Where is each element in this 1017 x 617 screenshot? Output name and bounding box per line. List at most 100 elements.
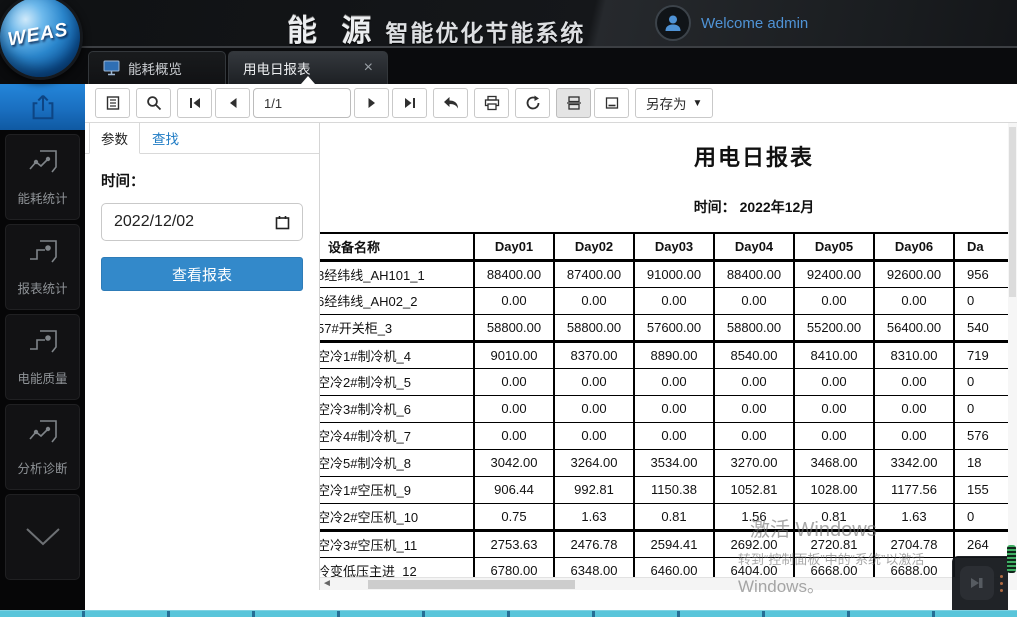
tab-label: 用电日报表 bbox=[243, 58, 311, 78]
next-page-icon bbox=[365, 96, 379, 110]
value-cell: 3270.00 bbox=[714, 449, 794, 476]
last-page-button[interactable] bbox=[392, 88, 427, 118]
search-button[interactable] bbox=[136, 88, 171, 118]
next-page-button[interactable] bbox=[354, 88, 389, 118]
horizontal-scrollbar[interactable]: ◄ bbox=[320, 577, 1008, 590]
table-header-day-partial: Da bbox=[954, 233, 1008, 260]
value-cell: 992.81 bbox=[554, 476, 634, 503]
sidebar-expand-more[interactable] bbox=[5, 494, 80, 580]
value-cell: 0.75 bbox=[474, 503, 554, 530]
value-cell-partial: 264 bbox=[954, 530, 1008, 557]
tab-label: 能耗概览 bbox=[128, 58, 182, 78]
value-cell: 1.63 bbox=[874, 503, 954, 530]
print-button[interactable] bbox=[474, 88, 509, 118]
green-drag-handle[interactable] bbox=[1007, 545, 1016, 573]
bottom-taskbar-edge bbox=[0, 610, 1017, 617]
print-layout-icon bbox=[566, 95, 582, 111]
floating-widget[interactable] bbox=[952, 556, 1008, 610]
vertical-scrollbar[interactable] bbox=[1008, 123, 1017, 590]
sidebar-item-report-stats[interactable]: 报表统计 bbox=[5, 224, 80, 310]
device-name-cell: 空冷2#制冷机_5 bbox=[320, 368, 474, 395]
value-cell: 0.00 bbox=[714, 287, 794, 314]
report-params-icon bbox=[105, 95, 121, 111]
sidebar-item-analysis-diagnosis[interactable]: 分析诊断 bbox=[5, 404, 80, 490]
device-name-cell: 空冷4#制冷机_7 bbox=[320, 422, 474, 449]
calendar-icon[interactable] bbox=[275, 215, 290, 230]
scroll-left-arrow-icon[interactable]: ◄ bbox=[322, 578, 332, 590]
sidebar-item-energy-stats[interactable]: 能耗统计 bbox=[5, 134, 80, 220]
user-area[interactable]: Welcome admin bbox=[655, 5, 808, 41]
tab-find[interactable]: 查找 bbox=[140, 123, 191, 153]
value-cell: 0.00 bbox=[554, 422, 634, 449]
table-row: 空冷2#空压机_100.751.630.811.560.811.630 bbox=[320, 503, 1008, 530]
report-params-button[interactable] bbox=[95, 88, 130, 118]
value-cell: 1052.81 bbox=[714, 476, 794, 503]
value-cell: 56400.00 bbox=[874, 314, 954, 341]
floating-widget-icon[interactable] bbox=[960, 566, 994, 600]
params-panel: 参数 查找 时间： 2022/12/02 查看报表 bbox=[85, 123, 320, 590]
table-header-day: Day01 bbox=[474, 233, 554, 260]
first-page-button[interactable] bbox=[177, 88, 212, 118]
app-window: 能 源 智能优化节能系统 Welcome admin WEAS 能耗概览 bbox=[0, 0, 1017, 617]
sidebar-item-active[interactable] bbox=[0, 84, 85, 130]
view-report-button[interactable]: 查看报表 bbox=[101, 257, 303, 291]
time-label: 时间： bbox=[101, 170, 303, 191]
table-row: 空冷2#制冷机_50.000.000.000.000.000.000 bbox=[320, 368, 1008, 395]
tab-params[interactable]: 参数 bbox=[89, 122, 140, 154]
print-icon bbox=[484, 95, 500, 111]
prev-page-button[interactable] bbox=[215, 88, 250, 118]
print-layout-button[interactable] bbox=[556, 88, 591, 118]
value-cell: 58800.00 bbox=[554, 314, 634, 341]
value-cell: 55200.00 bbox=[794, 314, 874, 341]
single-page-button[interactable] bbox=[594, 88, 629, 118]
table-row: 57#开关柜_358800.0058800.0057600.0058800.00… bbox=[320, 314, 1008, 341]
tab-close-icon[interactable]: × bbox=[364, 60, 373, 76]
date-input[interactable]: 2022/12/02 bbox=[101, 203, 303, 241]
skip-play-icon bbox=[968, 574, 986, 592]
horizontal-scroll-thumb[interactable] bbox=[368, 580, 575, 589]
report-page: 用电日报表 时间： 2022年12月 设备名称Day01Day02Day03Da… bbox=[320, 140, 1008, 585]
value-cell-partial: 0 bbox=[954, 287, 1008, 314]
tab-daily-power-report[interactable]: 用电日报表 × bbox=[228, 51, 388, 84]
table-row: 8经纬线_AH101_188400.0087400.0091000.008840… bbox=[320, 260, 1008, 287]
user-avatar-icon[interactable] bbox=[655, 5, 691, 41]
trend-chart-icon bbox=[26, 147, 60, 179]
sidebar-item-power-quality[interactable]: 电能质量 bbox=[5, 314, 80, 400]
monitor-icon bbox=[103, 60, 120, 76]
value-cell-partial: 719 bbox=[954, 341, 1008, 368]
value-cell-partial: 155 bbox=[954, 476, 1008, 503]
table-row: 空冷5#制冷机_83042.003264.003534.003270.00346… bbox=[320, 449, 1008, 476]
refresh-button[interactable] bbox=[515, 88, 550, 118]
main-content: 另存为 ▼ 参数 查找 时间： 2022/12/02 bbox=[85, 84, 1017, 610]
vertical-scroll-thumb[interactable] bbox=[1009, 127, 1016, 297]
value-cell: 0.00 bbox=[634, 368, 714, 395]
app-header: 能 源 智能优化节能系统 Welcome admin bbox=[0, 0, 1017, 48]
report-viewport: 用电日报表 时间： 2022年12月 设备名称Day01Day02Day03Da… bbox=[320, 123, 1008, 590]
app-title-secondary: 智能优化节能系统 bbox=[385, 14, 585, 48]
trend-chart-icon bbox=[26, 417, 60, 449]
value-cell-partial: 540 bbox=[954, 314, 1008, 341]
page-indicator-input[interactable] bbox=[253, 88, 351, 118]
value-cell: 0.00 bbox=[874, 422, 954, 449]
value-cell: 0.00 bbox=[874, 368, 954, 395]
back-button[interactable] bbox=[433, 88, 468, 118]
save-as-button[interactable]: 另存为 ▼ bbox=[635, 88, 713, 118]
tab-energy-overview[interactable]: 能耗概览 bbox=[88, 51, 226, 84]
value-cell-partial: 0 bbox=[954, 395, 1008, 422]
device-name-cell: 6经纬线_AH02_2 bbox=[320, 287, 474, 314]
value-cell: 0.00 bbox=[554, 368, 634, 395]
sidebar-item-label: 电能质量 bbox=[17, 368, 67, 387]
back-arrow-icon bbox=[443, 96, 459, 110]
caret-down-icon: ▼ bbox=[693, 98, 703, 109]
tab-bar: 能耗概览 用电日报表 × bbox=[0, 48, 1017, 84]
value-cell: 1.56 bbox=[714, 503, 794, 530]
value-cell: 0.81 bbox=[634, 503, 714, 530]
app-title-primary: 能 源 bbox=[287, 6, 379, 50]
table-row: 空冷1#制冷机_49010.008370.008890.008540.00841… bbox=[320, 341, 1008, 368]
value-cell-partial: 576 bbox=[954, 422, 1008, 449]
sidebar-item-label: 能耗统计 bbox=[17, 188, 67, 207]
table-row: 6经纬线_AH02_20.000.000.000.000.000.000 bbox=[320, 287, 1008, 314]
value-cell: 2692.00 bbox=[714, 530, 794, 557]
person-icon bbox=[662, 12, 684, 34]
widget-dots-icon[interactable] bbox=[1000, 575, 1003, 592]
